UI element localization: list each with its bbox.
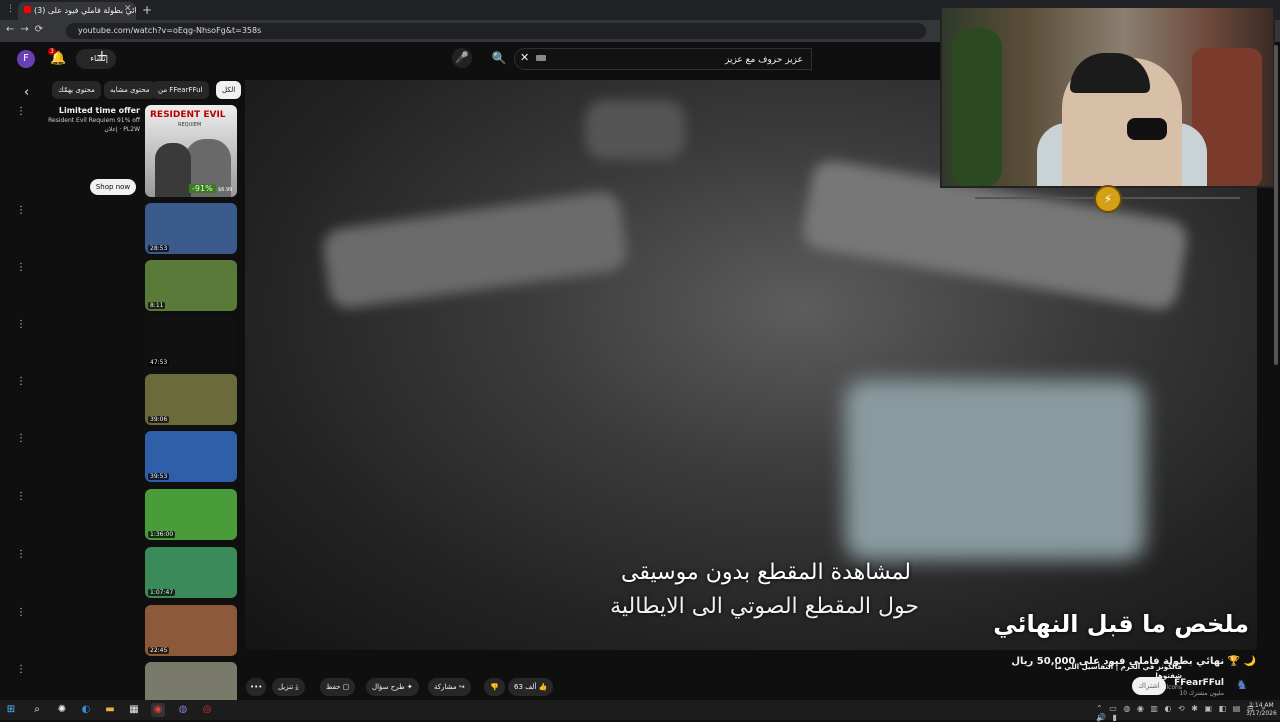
video-caption: حول المقطع الصوتي الى الايطالية (610, 594, 919, 619)
more-options-icon[interactable]: ⋮ (16, 664, 26, 675)
search-input[interactable]: عزيز حروف مع عزيز (514, 48, 812, 70)
chip-from-channel[interactable]: من FFearFFul (152, 81, 209, 99)
plant-shape (952, 28, 1002, 186)
search-icon[interactable]: 🔍 (486, 47, 512, 69)
system-clock[interactable]: 2:14 AM 3/17/2026 (1246, 702, 1277, 718)
shop-now-button[interactable]: Shop now (90, 179, 136, 195)
blurred-shape (320, 189, 630, 311)
youtube-favicon-icon (24, 6, 31, 13)
more-options-icon[interactable]: ⋮ (16, 319, 26, 330)
chip-for-you[interactable]: محتوى يهمّك (52, 81, 101, 99)
microphone-shape (1127, 118, 1167, 140)
channel-name[interactable]: FFearFFul (1174, 678, 1224, 688)
edge-icon[interactable]: ◐ (79, 703, 93, 717)
keyboard-icon[interactable] (536, 55, 546, 61)
back-forward-reload-icons[interactable]: ←→⟳ (6, 24, 49, 35)
recording-app-icon[interactable]: ◎ (200, 703, 214, 717)
more-options-icon[interactable]: ⋮ (16, 205, 26, 216)
store-icon[interactable]: ▦ (127, 703, 141, 717)
time: 2:14 AM (1249, 702, 1274, 709)
video-thumbnail[interactable]: 22:45 (145, 605, 237, 656)
ad-sponsor: إعلان · PL2W (104, 126, 140, 133)
like-button[interactable]: 63 ألف 👍 (508, 678, 554, 696)
ad-thumb-title: RESIDENT EVIL (150, 110, 226, 120)
channel-logo-icon: ⚡ (1094, 185, 1122, 213)
price-label: $6.99 (218, 187, 233, 193)
ad-thumb-subtitle: REQUIEM (178, 122, 202, 128)
share-label: مشاركة (434, 683, 457, 691)
ad-figure (155, 143, 191, 197)
video-title: نهائي بطولة فاملي فيود على 50,000 ريال 🏆… (1011, 656, 1256, 667)
ask-label: طرح سؤال (372, 683, 405, 691)
save-label: حفظ (326, 683, 341, 691)
more-options-icon[interactable]: ⋮ (16, 106, 26, 117)
scrollbar[interactable] (1274, 45, 1278, 365)
more-options-icon[interactable]: ⋮ (16, 491, 26, 502)
video-thumbnail[interactable]: 1:07:47 (145, 547, 237, 598)
video-thumbnail[interactable]: 39:53 (145, 431, 237, 482)
subscriber-count: 10 مليون مشترك (1179, 690, 1224, 697)
webcam-overlay (940, 6, 1275, 188)
duration-badge: 1:07:47 (148, 589, 176, 596)
date: 3/17/2026 (1246, 710, 1277, 717)
microphone-icon[interactable]: 🎤 (452, 48, 472, 68)
more-options-icon[interactable]: ⋮ (16, 376, 26, 387)
url-field[interactable]: youtube.com/watch?v=oEqg-NhsoFg&t=358s (66, 23, 926, 39)
browser-tab[interactable]: (3) نهائي بطولة فاملي فيود على (18, 2, 136, 20)
more-options-icon[interactable]: ⋮ (16, 262, 26, 273)
video-caption: لمشاهدة المقطع بدون موسيقى (621, 560, 911, 585)
video-thumbnail[interactable]: 39:06 (145, 374, 237, 425)
windows-start-icon[interactable]: ⊞ (4, 703, 18, 717)
tab-menu-icon[interactable]: ⋮ (6, 4, 15, 14)
tab-title: (3) نهائي بطولة فاملي فيود على (34, 6, 136, 15)
video-caption: ملخص ما قبل النهائي (993, 610, 1249, 638)
video-thumbnail[interactable]: 28:53 (145, 203, 237, 254)
dislike-button[interactable]: 👎 (484, 678, 505, 696)
subscribe-button[interactable]: اشتراك (1132, 677, 1166, 695)
ad-description: Resident Evil Requiem 91% off (48, 117, 140, 124)
chevron-left-icon[interactable]: ‹ (24, 85, 29, 100)
ad-title[interactable]: Limited time offer (59, 106, 140, 115)
chrome-icon[interactable]: ◉ (151, 703, 165, 717)
close-tab-icon[interactable]: ✕ (124, 4, 132, 14)
duration-badge: 22:45 (148, 647, 170, 654)
more-options-icon[interactable]: ⋮ (16, 433, 26, 444)
duration-badge: 1:36:00 (148, 531, 176, 538)
copilot-icon[interactable]: ✺ (55, 703, 69, 717)
save-button[interactable]: حفظ ▢ (320, 678, 356, 696)
duration-badge: 28:53 (148, 245, 170, 252)
duration-badge: 8:11 (148, 302, 166, 309)
more-options-icon[interactable]: ⋮ (16, 607, 26, 618)
download-label: تنزيل (278, 683, 294, 691)
video-thumbnail[interactable]: 1:36:00 (145, 489, 237, 540)
app-icon[interactable]: ◍ (176, 703, 190, 717)
chip-related[interactable]: محتوى مشابه (104, 81, 156, 99)
share-button[interactable]: مشاركة ↪ (428, 678, 471, 696)
new-tab-icon[interactable]: + (142, 3, 152, 17)
plus-icon: + (96, 48, 108, 64)
video-thumbnail[interactable]: 47:53 (145, 317, 237, 368)
ask-button[interactable]: طرح سؤال ✦ (366, 678, 419, 696)
like-count: 63 ألف (514, 683, 537, 691)
more-options-icon[interactable]: ⋮ (16, 549, 26, 560)
blurred-shape (845, 380, 1145, 560)
chip-all[interactable]: الكل (216, 81, 242, 99)
download-button[interactable]: تنزيل ⤓ (272, 678, 305, 696)
search-icon[interactable]: ⌕ (30, 703, 44, 717)
channel-avatar-icon[interactable]: ♞ (1236, 678, 1254, 696)
discount-badge: -91% (189, 184, 216, 193)
duration-badge: 47:53 (148, 359, 170, 366)
file-explorer-icon[interactable]: ▬ (103, 703, 117, 717)
clear-search-icon[interactable]: ✕ (520, 51, 529, 64)
duration-badge: 39:06 (148, 416, 170, 423)
duration-badge: 39:53 (148, 473, 170, 480)
avatar[interactable]: F (17, 50, 35, 68)
video-thumbnail[interactable]: 8:11 (145, 260, 237, 311)
taskbar (0, 700, 1280, 720)
notification-badge: 3 (48, 48, 56, 55)
blurred-shape (585, 100, 685, 160)
more-actions-button[interactable]: ••• (246, 678, 267, 696)
